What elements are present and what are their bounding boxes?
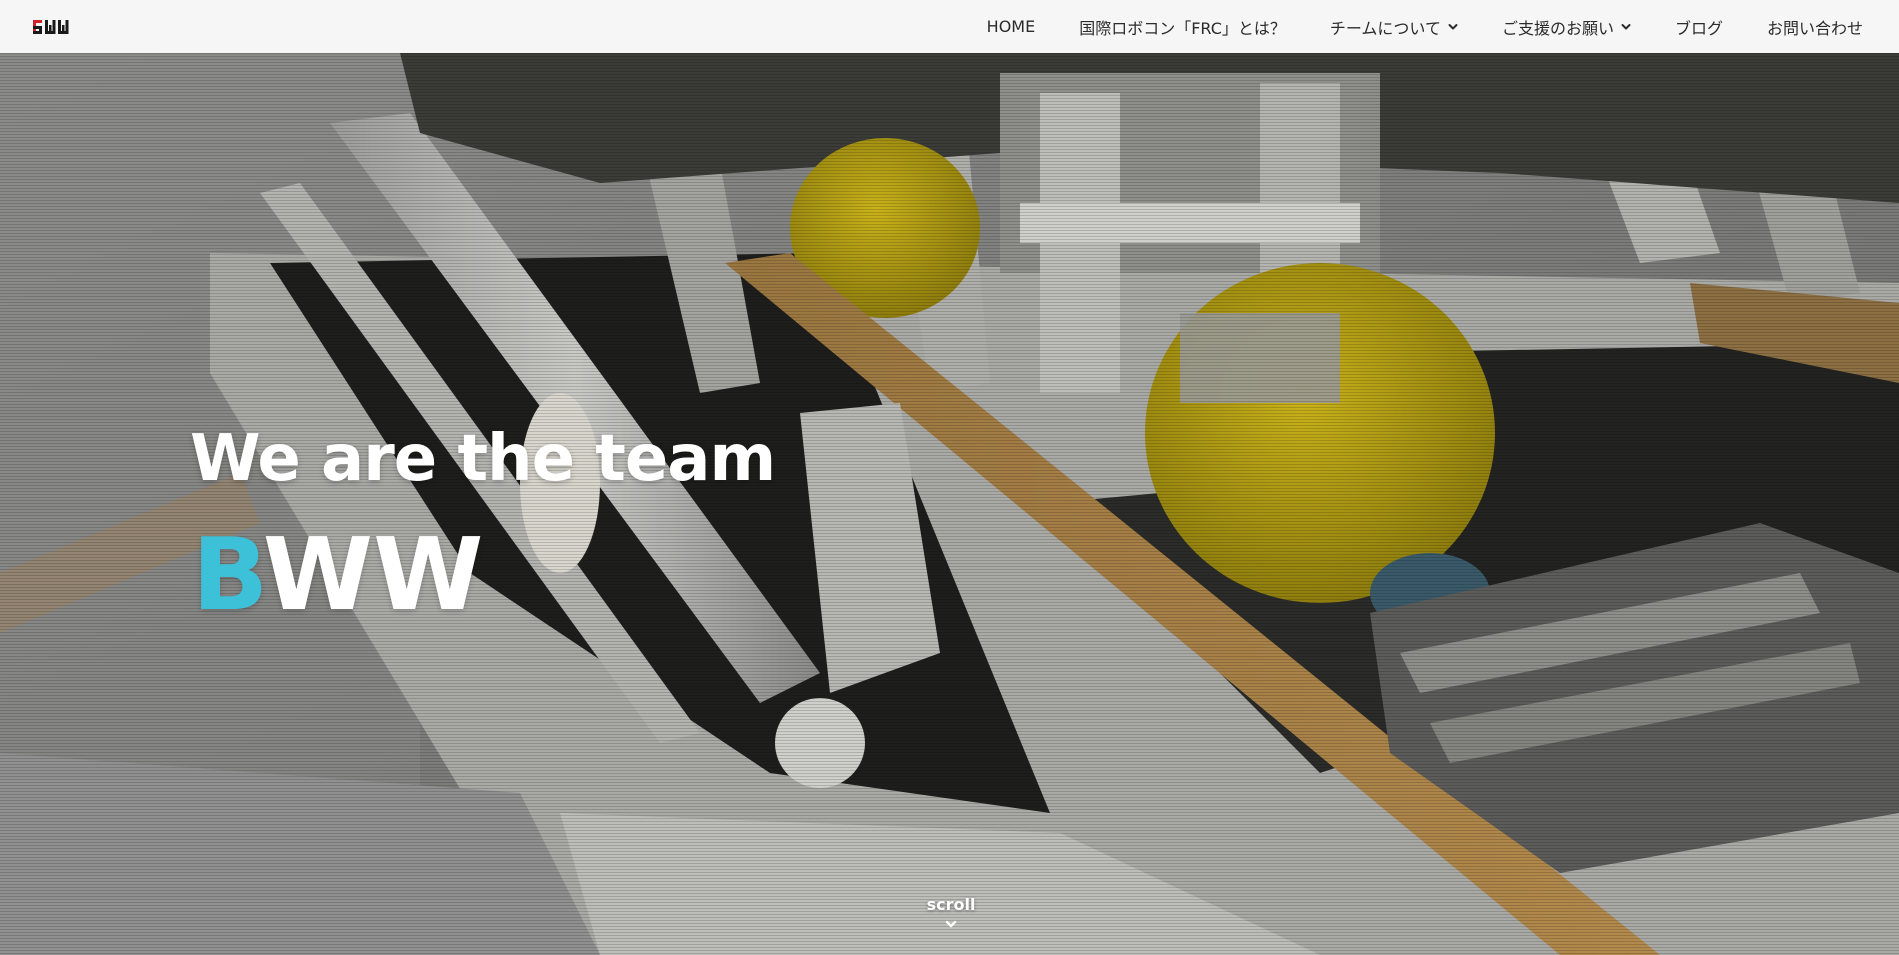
nav-home[interactable]: HOME — [965, 0, 1058, 53]
nav-home-label: HOME — [986, 17, 1036, 36]
hero-section: We are the team BWW scroll — [0, 53, 1899, 955]
hero-team-name: BWW — [192, 525, 483, 625]
team-name-accent-letter: B — [192, 516, 263, 633]
nav-blog[interactable]: ブログ — [1653, 0, 1745, 53]
nav-support-label: ご支援のお願い — [1501, 18, 1614, 38]
bww-logo[interactable] — [32, 18, 72, 36]
nav-contact[interactable]: お問い合わせ — [1745, 0, 1863, 53]
main-nav: HOME 国際ロボコン「FRC」とは？ チームについて ご支援のお願い ブログ … — [965, 0, 1863, 53]
nav-about-team-label: チームについて — [1329, 18, 1441, 38]
scroll-label: scroll — [926, 895, 976, 914]
nav-contact-label: お問い合わせ — [1766, 18, 1863, 38]
nav-about-team[interactable]: チームについて — [1308, 0, 1480, 53]
hero-background-image — [0, 53, 1899, 955]
chevron-down-icon — [945, 920, 957, 928]
hero-tagline: We are the team — [190, 422, 776, 496]
team-name-rest: WW — [262, 516, 484, 633]
nav-about-frc[interactable]: 国際ロボコン「FRC」とは？ — [1057, 0, 1308, 53]
nav-blog-label: ブログ — [1674, 18, 1723, 38]
chevron-down-icon — [1621, 23, 1631, 29]
nav-about-frc-label: 国際ロボコン「FRC」とは？ — [1079, 18, 1286, 38]
chevron-down-icon — [1448, 23, 1458, 29]
site-header: HOME 国際ロボコン「FRC」とは？ チームについて ご支援のお願い ブログ … — [0, 0, 1899, 53]
nav-support[interactable]: ご支援のお願い — [1480, 0, 1653, 53]
